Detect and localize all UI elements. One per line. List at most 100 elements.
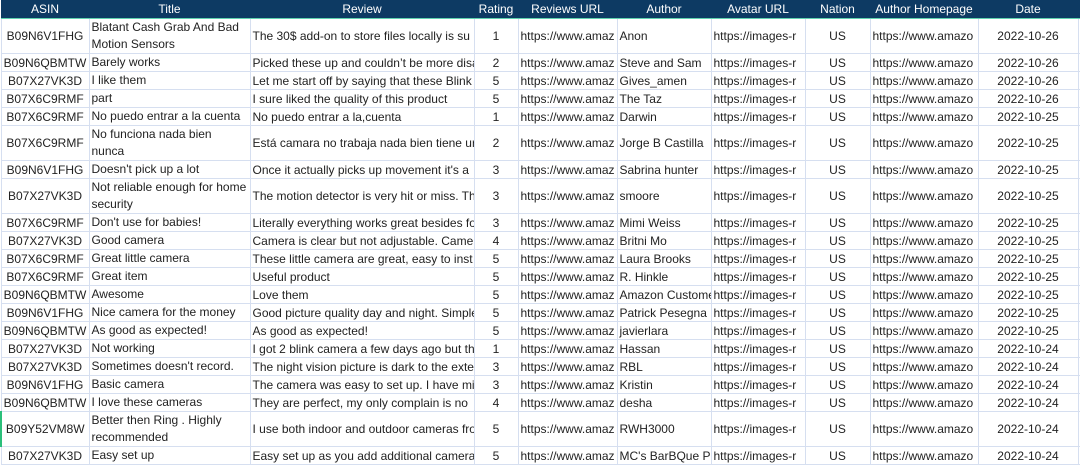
cell-rating[interactable]: 4 xyxy=(473,393,519,412)
cell-title[interactable]: Doesn't pick up a lot xyxy=(88,160,251,179)
cell-author[interactable]: MC's BarBQue Pi xyxy=(616,446,712,465)
cell-review[interactable]: Useful product xyxy=(249,267,475,286)
cell-homepage[interactable]: https://www.amazo xyxy=(869,267,979,286)
cell-homepage[interactable]: https://www.amazo xyxy=(869,446,979,465)
cell-reviews-url[interactable]: https://www.amaz xyxy=(517,18,618,54)
cell-nation[interactable]: US xyxy=(804,303,871,322)
cell-homepage[interactable]: https://www.amazo xyxy=(869,160,979,179)
cell-asin[interactable]: B09N6QBMTW xyxy=(0,321,90,340)
cell-reviews-url[interactable]: https://www.amaz xyxy=(517,411,618,447)
table-row[interactable]: B07X6C9RMF part I sure liked the quality o… xyxy=(0,89,1080,108)
cell-author[interactable]: Jorge B Castilla xyxy=(616,125,712,161)
cell-reviews-url[interactable]: https://www.amaz xyxy=(517,125,618,161)
table-row[interactable]: B09N6V1FHG Doesn't pick up a lot Once it a… xyxy=(0,160,1080,179)
cell-nation[interactable]: US xyxy=(804,107,871,126)
cell-title[interactable]: Nice camera for the money xyxy=(88,303,251,322)
cell-avatar-url[interactable]: https://images-r xyxy=(710,231,806,250)
cell-homepage[interactable]: https://www.amazo xyxy=(869,411,979,447)
table-row[interactable]: B09N6QBMTW Awesome Love them 5 https://www.a… xyxy=(0,285,1080,304)
table-row[interactable]: B09N6V1FHG Blatant Cash Grab And Bad Moti… xyxy=(0,18,1080,54)
cell-asin[interactable]: B07X6C9RMF xyxy=(0,267,90,286)
cell-review[interactable]: I use both indoor and outdoor cameras fr… xyxy=(249,411,475,447)
cell-asin[interactable]: B07X6C9RMF xyxy=(0,107,90,126)
cell-avatar-url[interactable]: https://images-r xyxy=(710,267,806,286)
cell-avatar-url[interactable]: https://images-r xyxy=(710,160,806,179)
cell-avatar-url[interactable]: https://images-r xyxy=(710,125,806,161)
table-row[interactable]: B09N6V1FHG Nice camera for the money Good … xyxy=(0,303,1080,322)
cell-asin[interactable]: B07X27VK3D xyxy=(0,339,90,358)
table-row[interactable]: B07X27VK3D Sometimes doesn't record. The n… xyxy=(0,357,1080,376)
cell-reviews-url[interactable]: https://www.amaz xyxy=(517,107,618,126)
column-header-author-homepage[interactable]: Author Homepage xyxy=(870,0,978,19)
cell-author[interactable]: RWH3000 xyxy=(616,411,712,447)
cell-review[interactable]: The motion detector is very hit or miss.… xyxy=(249,178,475,214)
table-row[interactable]: B09N6QBMTW As good as expected! As good as… xyxy=(0,321,1080,340)
cell-asin[interactable]: B09N6QBMTW xyxy=(0,393,90,412)
cell-review[interactable]: I sure liked the quality of this product xyxy=(249,89,475,108)
table-row[interactable]: B07X27VK3D Not working I got 2 blink camer… xyxy=(0,339,1080,358)
cell-reviews-url[interactable]: https://www.amaz xyxy=(517,339,618,358)
cell-date[interactable]: 2022-10-25 xyxy=(977,107,1079,126)
cell-reviews-url[interactable]: https://www.amaz xyxy=(517,321,618,340)
cell-nation[interactable]: US xyxy=(804,160,871,179)
cell-title[interactable]: Good camera xyxy=(88,231,251,250)
cell-homepage[interactable]: https://www.amazo xyxy=(869,339,979,358)
cell-asin[interactable]: B09N6V1FHG xyxy=(0,303,90,322)
cell-review[interactable]: Once it actually picks up movement it's … xyxy=(249,160,475,179)
cell-date[interactable]: 2022-10-26 xyxy=(977,53,1079,72)
cell-title[interactable]: Great little camera xyxy=(88,249,251,268)
cell-reviews-url[interactable]: https://www.amaz xyxy=(517,303,618,322)
cell-date[interactable]: 2022-10-26 xyxy=(977,18,1079,54)
cell-avatar-url[interactable]: https://images-r xyxy=(710,89,806,108)
cell-date[interactable]: 2022-10-25 xyxy=(977,213,1079,232)
cell-reviews-url[interactable]: https://www.amaz xyxy=(517,267,618,286)
cell-nation[interactable]: US xyxy=(804,18,871,54)
cell-reviews-url[interactable]: https://www.amaz xyxy=(517,213,618,232)
column-header-rating[interactable]: Rating xyxy=(474,0,518,19)
cell-homepage[interactable]: https://www.amazo xyxy=(869,178,979,214)
cell-avatar-url[interactable]: https://images-r xyxy=(710,285,806,304)
cell-avatar-url[interactable]: https://images-r xyxy=(710,249,806,268)
cell-date[interactable]: 2022-10-25 xyxy=(977,303,1079,322)
column-header-title[interactable]: Title xyxy=(89,0,250,19)
cell-date[interactable]: 2022-10-26 xyxy=(977,71,1079,90)
cell-asin[interactable]: B09N6V1FHG xyxy=(0,18,90,54)
cell-review[interactable]: They are perfect, my only complain is no xyxy=(249,393,475,412)
cell-date[interactable]: 2022-10-25 xyxy=(977,285,1079,304)
table-row[interactable]: B07X27VK3D Not reliable enough for home s… xyxy=(0,178,1080,214)
cell-asin[interactable]: B07X27VK3D xyxy=(0,357,90,376)
cell-nation[interactable]: US xyxy=(804,213,871,232)
cell-rating[interactable]: 5 xyxy=(473,71,519,90)
cell-homepage[interactable]: https://www.amazo xyxy=(869,393,979,412)
cell-nation[interactable]: US xyxy=(804,53,871,72)
cell-homepage[interactable]: https://www.amazo xyxy=(869,213,979,232)
cell-nation[interactable]: US xyxy=(804,446,871,465)
table-row[interactable]: B07X6C9RMF Don't use for babies! Literally… xyxy=(0,213,1080,232)
cell-review[interactable]: As good as expected! xyxy=(249,321,475,340)
cell-asin[interactable]: B07X6C9RMF xyxy=(0,125,90,161)
cell-reviews-url[interactable]: https://www.amaz xyxy=(517,160,618,179)
cell-title[interactable]: Not reliable enough for home security xyxy=(88,178,251,214)
cell-title[interactable]: Not working xyxy=(88,339,251,358)
cell-date[interactable]: 2022-10-25 xyxy=(977,125,1079,161)
cell-homepage[interactable]: https://www.amazo xyxy=(869,231,979,250)
cell-author[interactable]: Steve and Sam xyxy=(616,53,712,72)
cell-review[interactable]: No puedo entrar a la,cuenta xyxy=(249,107,475,126)
cell-nation[interactable]: US xyxy=(804,357,871,376)
cell-title[interactable]: Blatant Cash Grab And Bad Motion Sensors xyxy=(88,18,251,54)
cell-review[interactable]: The camera was easy to set up. I have mi xyxy=(249,375,475,394)
cell-reviews-url[interactable]: https://www.amaz xyxy=(517,285,618,304)
cell-date[interactable]: 2022-10-26 xyxy=(977,89,1079,108)
cell-review[interactable]: Picked these up and couldn’t be more dis… xyxy=(249,53,475,72)
cell-homepage[interactable]: https://www.amazo xyxy=(869,89,979,108)
cell-asin[interactable]: B09Y52VM8W xyxy=(0,411,90,447)
cell-review[interactable]: Camera is clear but not adjustable. Came xyxy=(249,231,475,250)
cell-title[interactable]: Don't use for babies! xyxy=(88,213,251,232)
cell-date[interactable]: 2022-10-25 xyxy=(977,160,1079,179)
cell-nation[interactable]: US xyxy=(804,339,871,358)
column-header-reviews-url[interactable]: Reviews URL xyxy=(518,0,617,19)
cell-rating[interactable]: 3 xyxy=(473,178,519,214)
cell-author[interactable]: Anon xyxy=(616,18,712,54)
cell-avatar-url[interactable]: https://images-r xyxy=(710,213,806,232)
cell-avatar-url[interactable]: https://images-r xyxy=(710,303,806,322)
